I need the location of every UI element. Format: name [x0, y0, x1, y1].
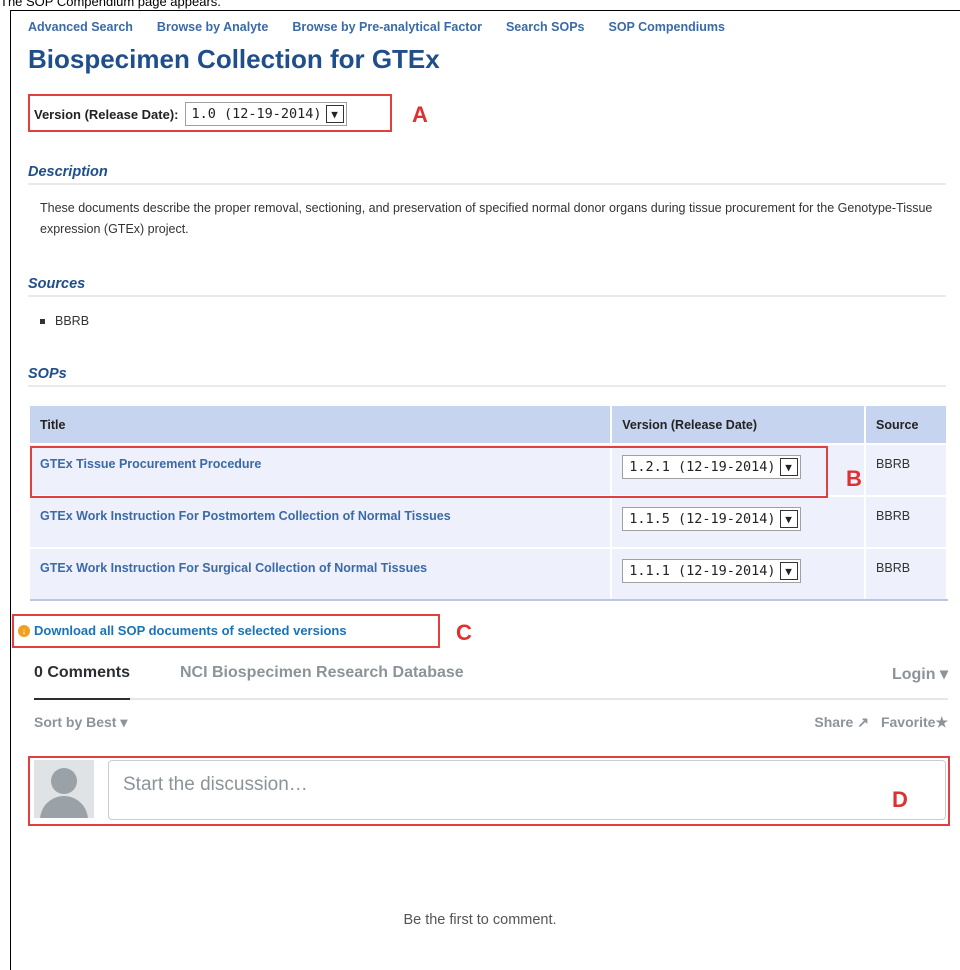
table-row: GTEx Work Instruction For Surgical Colle… — [30, 547, 948, 601]
callout-box-c — [12, 614, 440, 648]
callout-letter-a: A — [412, 102, 428, 127]
sop-source: BBRB — [865, 547, 948, 601]
share-label: Share — [814, 714, 854, 730]
sop-source: BBRB — [865, 495, 948, 548]
login-label: Login — [891, 666, 936, 683]
sop-version-value: 1.1.5 (12-19-2014) — [629, 511, 776, 527]
source-item: BBRB — [55, 314, 90, 328]
column-header-title[interactable]: Title — [30, 406, 613, 444]
nav-search-sops[interactable]: Search SOPs — [506, 20, 585, 34]
sop-title-link[interactable]: GTEx Work Instruction For Postmortem Col… — [40, 509, 451, 523]
nav-sop-compendiums[interactable]: SOP Compendiums — [608, 20, 724, 34]
sop-version-select[interactable]: 1.1.5 (12-19-2014) ▼ — [622, 507, 801, 531]
bullet-icon — [40, 319, 45, 325]
table-row: GTEx Work Instruction For Postmortem Col… — [30, 495, 948, 548]
comments-header: 0 Comments NCI Biospecimen Research Data… — [34, 664, 948, 700]
sop-source: BBRB — [865, 443, 948, 496]
tab-community[interactable]: NCI Biospecimen Research Database — [180, 664, 464, 682]
top-nav: Advanced Search Browse by Analyte Browse… — [28, 20, 725, 34]
caret-down-icon: ▾ — [939, 666, 948, 683]
share-arrow-icon: ↗ — [857, 714, 869, 730]
nav-browse-by-preanalytical-factor[interactable]: Browse by Pre-analytical Factor — [292, 20, 482, 34]
table-header-row: Title Version (Release Date) Source — [30, 406, 948, 444]
callout-box-b — [30, 446, 828, 498]
sops-heading: SOPs — [28, 366, 946, 387]
sort-label: Sort by Best — [34, 714, 117, 730]
chevron-down-icon: ▼ — [779, 510, 798, 528]
column-header-version[interactable]: Version (Release Date) — [611, 406, 867, 444]
description-text: These documents describe the proper remo… — [40, 201, 933, 236]
sop-version-select[interactable]: 1.1.1 (12-19-2014) ▼ — [622, 559, 801, 583]
page-title: Biospecimen Collection for GTEx — [28, 44, 440, 74]
sop-title-link[interactable]: GTEx Work Instruction For Surgical Colle… — [40, 561, 427, 575]
callout-box-d — [28, 756, 950, 826]
callout-letter-c: C — [456, 620, 472, 645]
empty-comments-message: Be the first to comment. — [403, 912, 557, 928]
description-heading: Description — [28, 164, 946, 185]
tab-comments[interactable]: 0 Comments — [34, 664, 131, 700]
column-header-source[interactable]: Source — [865, 406, 948, 444]
sources-list: BBRB — [40, 314, 89, 328]
sources-heading: Sources — [28, 276, 946, 297]
callout-letter-d: D — [892, 787, 908, 812]
sop-version-value: 1.1.1 (12-19-2014) — [629, 563, 776, 579]
star-icon: ★ — [935, 714, 948, 730]
sop-table: Title Version (Release Date) Source GTEx… — [30, 406, 948, 601]
favorite-button[interactable]: Favorite★ — [881, 714, 948, 731]
page-caption: The SOP Compendium page appears. — [0, 0, 221, 9]
chevron-down-icon: ▼ — [779, 562, 798, 580]
nav-browse-by-analyte[interactable]: Browse by Analyte — [157, 20, 268, 34]
callout-letter-b: B — [846, 466, 862, 491]
comments-toolbar: Sort by Best ▾ Share ↗ Favorite★ — [34, 714, 948, 731]
share-button[interactable]: Share ↗ — [814, 714, 869, 731]
nav-advanced-search[interactable]: Advanced Search — [28, 20, 133, 34]
callout-box-a — [28, 94, 392, 132]
caret-down-icon: ▾ — [120, 714, 128, 730]
sort-menu[interactable]: Sort by Best ▾ — [34, 714, 127, 730]
favorite-label: Favorite — [880, 714, 936, 730]
login-menu[interactable]: Login ▾ — [892, 664, 948, 684]
